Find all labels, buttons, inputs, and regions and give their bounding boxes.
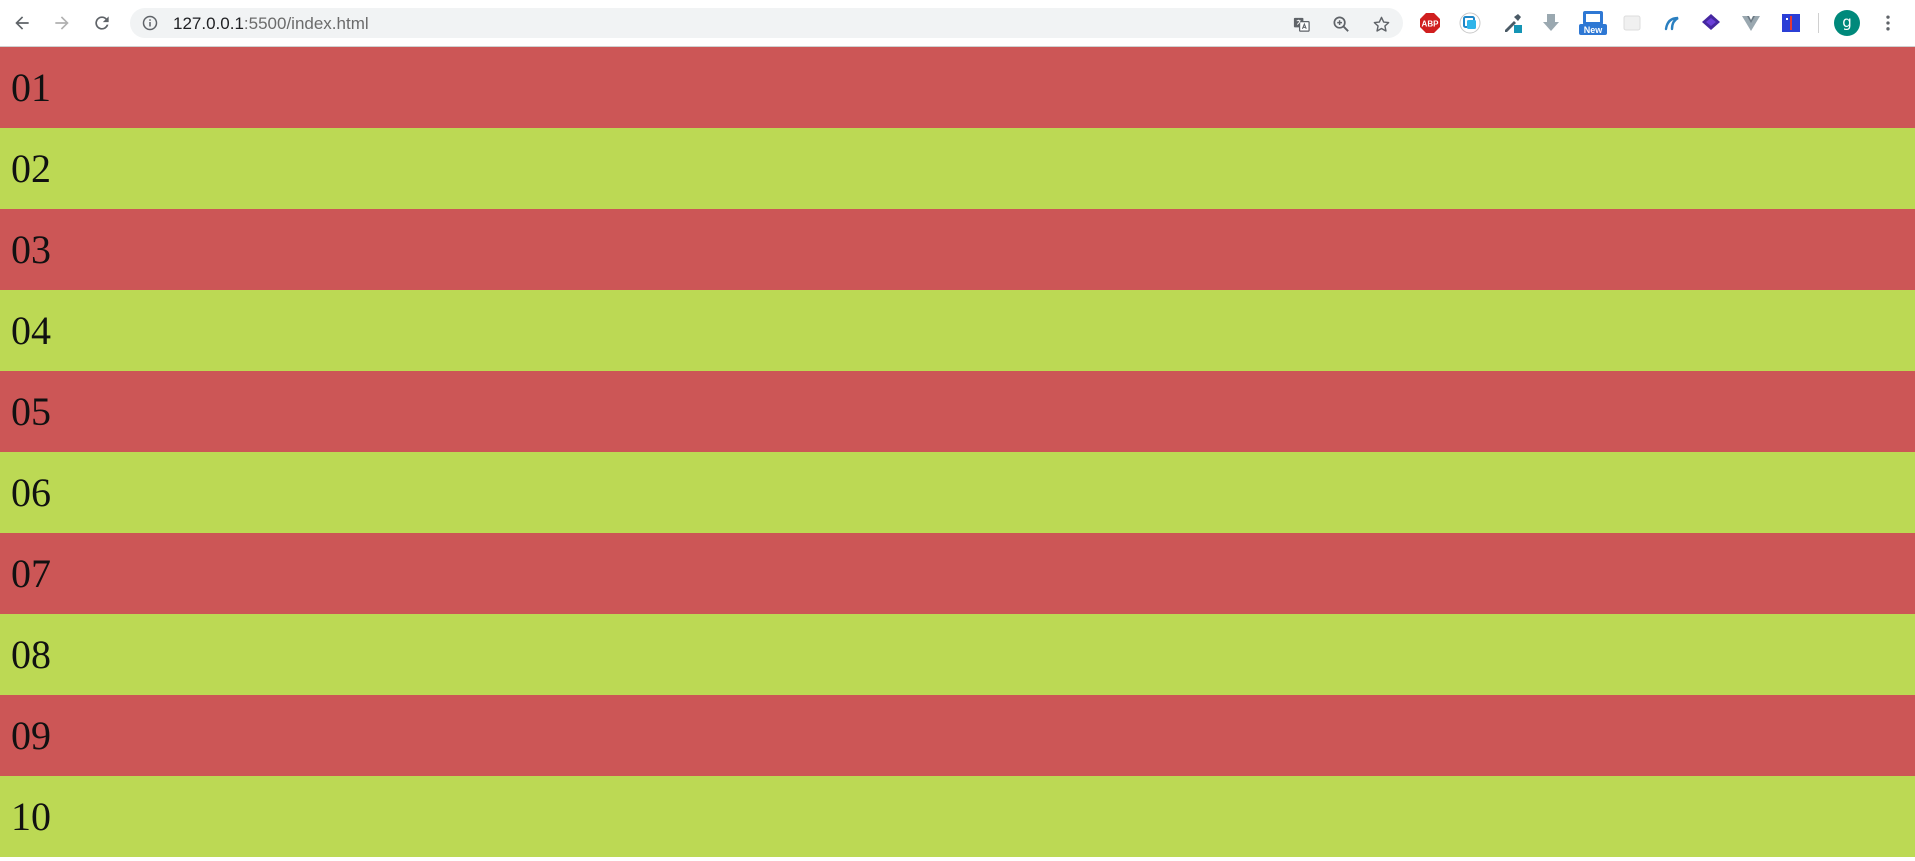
layers-extension-icon[interactable] (1699, 11, 1723, 35)
row-07: 07 (0, 533, 1915, 614)
address-bar[interactable]: 127.0.0.1:5500/index.html (130, 8, 1403, 38)
row-05: 05 (0, 371, 1915, 452)
browser-menu-button[interactable] (1876, 11, 1900, 35)
row-09: 09 (0, 695, 1915, 776)
row-02: 02 (0, 128, 1915, 209)
url-text[interactable]: 127.0.0.1:5500/index.html (173, 14, 369, 33)
row-01: 01 (0, 47, 1915, 128)
url-path: :5500/index.html (243, 14, 369, 33)
page-content: 01 02 03 04 05 06 07 08 09 10 (0, 47, 1915, 861)
profile-avatar[interactable]: g (1834, 10, 1860, 36)
blank-extension-icon[interactable] (1620, 11, 1644, 35)
back-button[interactable] (10, 11, 34, 35)
adblock-plus-icon[interactable]: ABP (1418, 11, 1442, 35)
screenshot-extension-icon[interactable]: New (1578, 11, 1608, 35)
new-badge: New (1584, 25, 1604, 35)
arrow-left-icon (15, 16, 29, 30)
star-icon (1373, 16, 1389, 32)
reload-icon (95, 16, 109, 30)
eyedropper-extension-icon[interactable] (1500, 11, 1524, 35)
translate-icon (1293, 17, 1310, 32)
zoom-button[interactable] (1330, 13, 1352, 35)
bookmark-button[interactable] (1370, 13, 1392, 35)
row-06: 06 (0, 452, 1915, 533)
book-extension-icon[interactable] (1779, 11, 1803, 35)
forward-button[interactable] (50, 11, 74, 35)
row-10: 10 (0, 776, 1915, 857)
translate-button[interactable] (1290, 13, 1312, 35)
arrow-right-icon (55, 16, 69, 30)
sync-extension-icon[interactable] (1458, 11, 1482, 35)
row-08: 08 (0, 614, 1915, 695)
reload-button[interactable] (90, 11, 114, 35)
zoom-icon (1333, 16, 1349, 32)
info-icon[interactable] (142, 15, 158, 31)
vue-devtools-icon[interactable] (1739, 11, 1763, 35)
script-extension-icon[interactable] (1660, 11, 1684, 35)
toolbar-separator (1818, 13, 1819, 33)
download-extension-icon[interactable] (1539, 11, 1563, 35)
row-04: 04 (0, 290, 1915, 371)
browser-toolbar: 127.0.0.1:5500/index.html ABP New g (0, 0, 1915, 47)
row-03: 03 (0, 209, 1915, 290)
url-host: 127.0.0.1 (173, 14, 244, 33)
adblock-label: ABP (1422, 20, 1440, 29)
kebab-menu-icon (1886, 15, 1890, 31)
